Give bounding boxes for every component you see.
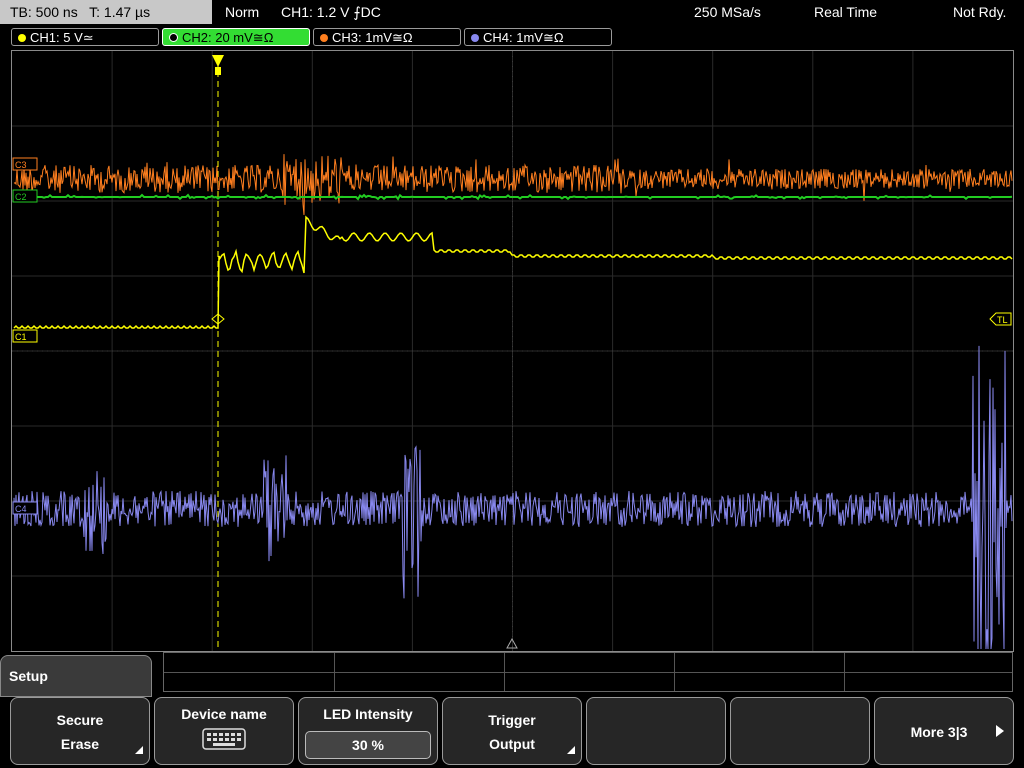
acquisition-status: Not Rdy. <box>953 4 1007 20</box>
softkey-5-button[interactable] <box>586 697 726 765</box>
led-intensity-label: LED Intensity <box>323 706 413 722</box>
led-intensity-value: 30 % <box>305 731 431 759</box>
trigger-time-value: T: 1.47 µs <box>89 4 151 20</box>
waveform-display[interactable]: C3 C2 C1 C4 TL <box>11 50 1014 652</box>
keyboard-icon <box>202 728 246 750</box>
tab-ch2[interactable]: CH2: 20 mV≅Ω <box>162 28 310 46</box>
ch4-marker[interactable]: C4 <box>12 501 38 515</box>
graticule <box>12 51 1013 651</box>
menu-title-label: Setup <box>9 668 48 684</box>
trigger-level-marker[interactable]: TL <box>989 312 1012 326</box>
softkey-6-button[interactable] <box>730 697 870 765</box>
trigger-marker-stem <box>215 67 221 75</box>
menu-title: Setup <box>0 655 152 697</box>
info-panel <box>163 652 1013 692</box>
trigger-output-label-1: Trigger <box>488 712 536 728</box>
secure-erase-label-1: Secure <box>56 712 104 728</box>
trigger-mode[interactable]: Norm <box>225 0 259 24</box>
ch3-marker-label: C3 <box>15 160 27 170</box>
ch4-label: CH4: 1mV≅Ω <box>483 30 564 45</box>
ch1-marker-label: C1 <box>15 332 27 342</box>
timebase-value: TB: 500 ns <box>10 4 78 20</box>
trigger-position-icon[interactable] <box>212 55 224 67</box>
ch4-marker-label: C4 <box>15 504 27 514</box>
ch3-label: CH3: 1mV≅Ω <box>332 30 413 45</box>
ch2-marker-label: C2 <box>15 192 27 202</box>
more-label: More 3|3 <box>910 724 968 740</box>
ch1-dot-icon <box>18 34 26 42</box>
more-button[interactable]: More 3|3 <box>874 697 1014 765</box>
waveform-canvas[interactable]: C3 C2 C1 C4 TL <box>12 51 1013 651</box>
ch2-label: CH2: 20 mV≅Ω <box>182 30 274 45</box>
trigger-info[interactable]: CH1: 1.2 V ⨍DC <box>281 0 381 24</box>
ch2-dot-icon <box>169 33 178 42</box>
ch1-marker[interactable]: C1 <box>12 329 38 343</box>
ch4-dot-icon <box>471 34 479 42</box>
trigger-level-label: TL <box>997 315 1008 325</box>
ch1-label: CH1: 5 V≃ <box>30 30 94 45</box>
channel-tabs: CH1: 5 V≃ CH2: 20 mV≅Ω CH3: 1mV≅Ω CH4: 1… <box>0 26 1024 48</box>
submenu-corner-icon <box>135 746 143 754</box>
arrow-right-icon <box>996 725 1004 737</box>
tab-ch3[interactable]: CH3: 1mV≅Ω <box>313 28 461 46</box>
secure-erase-label-2: Erase <box>60 736 100 752</box>
trigger-output-button[interactable]: Trigger Output <box>442 697 582 765</box>
submenu-corner-icon <box>567 746 575 754</box>
ch3-dot-icon <box>320 34 328 42</box>
secure-erase-button[interactable]: Secure Erase <box>10 697 150 765</box>
sample-rate: 250 MSa/s <box>694 4 761 20</box>
device-name-label: Device name <box>181 706 267 722</box>
timebase-box[interactable]: TB: 500 ns T: 1.47 µs <box>0 0 212 24</box>
device-name-button[interactable]: Device name <box>154 697 294 765</box>
acquisition-mode: Real Time <box>814 4 878 20</box>
ch2-marker[interactable]: C2 <box>12 189 38 203</box>
ch3-marker[interactable]: C3 <box>12 157 38 171</box>
tab-ch1[interactable]: CH1: 5 V≃ <box>11 28 159 46</box>
trigger-output-label-2: Output <box>489 736 535 752</box>
status-bar: TB: 500 ns T: 1.47 µs Norm CH1: 1.2 V ⨍D… <box>0 0 1024 25</box>
led-intensity-button[interactable]: LED Intensity 30 % <box>298 697 438 765</box>
tab-ch4[interactable]: CH4: 1mV≅Ω <box>464 28 612 46</box>
